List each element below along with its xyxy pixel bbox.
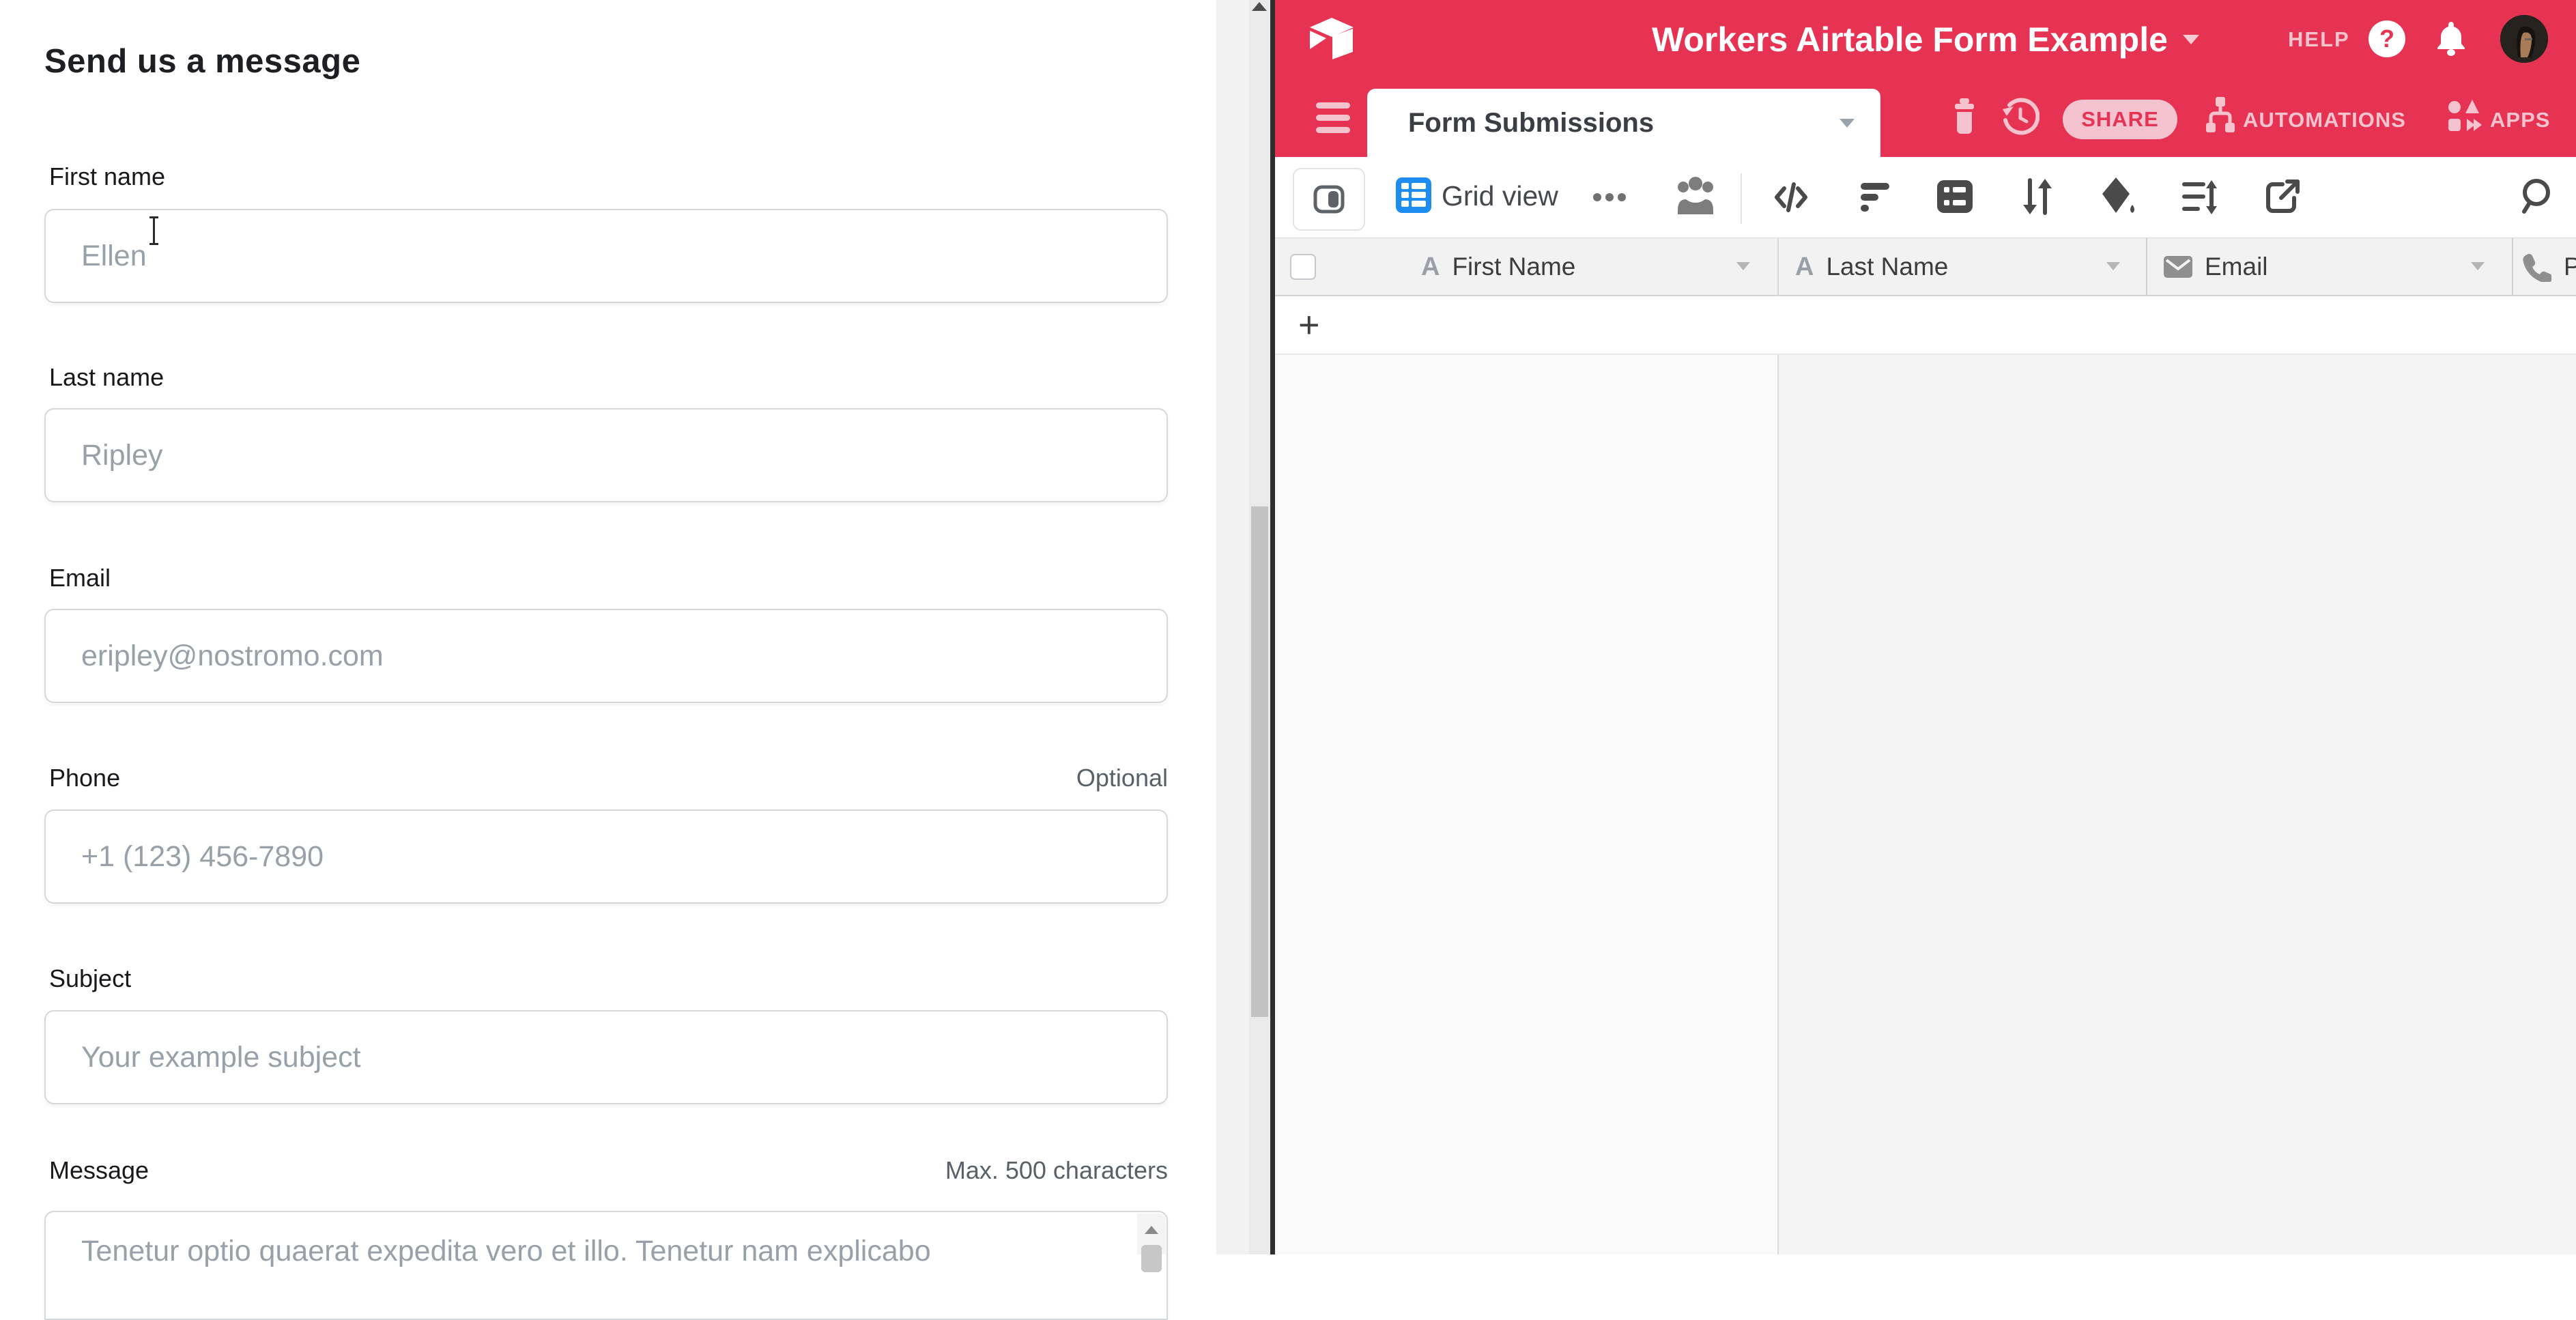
message-label: Message	[49, 1156, 149, 1185]
form-title: Send us a message	[44, 42, 360, 81]
tab-label: Form Submissions	[1408, 108, 1654, 139]
trash-icon[interactable]	[1948, 97, 1981, 141]
column-header-last-name[interactable]: A Last Name	[1795, 238, 1948, 296]
last-name-label: Last name	[49, 363, 164, 392]
column-divider[interactable]	[2146, 238, 2147, 296]
form-scrollbar-thumb[interactable]	[1251, 506, 1268, 1017]
base-title[interactable]: Workers Airtable Form Example	[1652, 20, 2168, 59]
add-row-plus-icon[interactable]: +	[1298, 306, 1320, 343]
column-caret-icon[interactable]	[1736, 262, 1750, 270]
text-field-type-icon: A	[1795, 253, 1814, 282]
first-name-label: First name	[49, 162, 165, 191]
history-icon[interactable]	[2000, 97, 2040, 141]
collaborators-icon[interactable]	[1674, 175, 1717, 223]
automations-button[interactable]: AUTOMATIONS	[2243, 108, 2406, 132]
text-field-type-icon: A	[1421, 253, 1440, 282]
apps-button[interactable]: APPS	[2490, 108, 2550, 132]
help-circle-icon[interactable]: ?	[2369, 20, 2405, 57]
column-header-phone[interactable]: Phone	[2521, 238, 2576, 296]
share-button[interactable]: SHARE	[2063, 100, 2177, 139]
grid-view-label[interactable]: Grid view	[1442, 180, 1558, 212]
apps-icon[interactable]	[2446, 98, 2483, 141]
phone-field-type-icon	[2521, 252, 2551, 282]
base-title-caret-icon	[2183, 35, 2199, 44]
search-icon[interactable]	[2516, 176, 2554, 219]
window-divider	[1270, 0, 1275, 1254]
subject-input[interactable]	[44, 1010, 1168, 1104]
automations-icon[interactable]	[2203, 96, 2237, 143]
view-sidebar-toggle-button[interactable]	[1293, 168, 1365, 231]
first-name-input[interactable]	[44, 209, 1168, 303]
subject-label: Subject	[49, 964, 131, 993]
text-cursor-icon	[149, 216, 158, 246]
grid-view-icon[interactable]	[1396, 177, 1431, 216]
tab-caret-icon	[1840, 119, 1855, 128]
last-name-input[interactable]	[44, 408, 1168, 502]
column-divider[interactable]	[2512, 238, 2513, 296]
filter-icon[interactable]	[1857, 179, 1893, 219]
message-scrollbar-thumb[interactable]	[1141, 1245, 1162, 1272]
column-header-email[interactable]: Email	[2164, 238, 2268, 296]
grid-body-left	[1275, 355, 1777, 1254]
message-scrollbar-up-icon[interactable]	[1145, 1226, 1158, 1234]
column-caret-icon[interactable]	[2106, 262, 2120, 270]
share-view-icon[interactable]	[2265, 177, 2302, 219]
row-height-icon[interactable]	[2180, 179, 2218, 219]
email-label: Email	[49, 564, 111, 592]
email-input[interactable]	[44, 609, 1168, 703]
add-row[interactable]: +	[1275, 296, 2576, 355]
group-icon[interactable]	[1937, 180, 1973, 216]
column-header-first-name[interactable]: A First Name	[1421, 238, 1575, 296]
phone-label: Phone	[49, 764, 120, 792]
phone-optional-note: Optional	[1076, 764, 1168, 792]
notifications-bell-icon[interactable]	[2434, 19, 2468, 61]
select-all-checkbox[interactable]	[1290, 254, 1316, 280]
message-textarea[interactable]	[44, 1211, 1168, 1320]
color-icon[interactable]	[2100, 176, 2138, 222]
page-gutter	[1216, 0, 1249, 1254]
tab-form-submissions[interactable]: Form Submissions	[1367, 89, 1880, 157]
grid-body-right	[1779, 355, 2576, 1254]
phone-input[interactable]	[44, 809, 1168, 904]
help-button[interactable]: HELP	[2288, 27, 2350, 52]
toolbar-divider	[1741, 173, 1742, 224]
form-scrollbar-up-icon[interactable]	[1252, 2, 1267, 11]
email-field-type-icon	[2164, 256, 2192, 278]
user-avatar[interactable]	[2500, 15, 2548, 63]
sort-icon[interactable]	[2019, 176, 2053, 220]
column-divider	[1777, 355, 1779, 1254]
message-charlimit-note: Max. 500 characters	[945, 1156, 1168, 1185]
column-caret-icon[interactable]	[2471, 262, 2485, 270]
view-options-ellipsis-icon[interactable]	[1590, 190, 1634, 208]
contact-form-pane: Send us a message First name Last name E…	[0, 0, 1216, 1254]
menu-hamburger-icon[interactable]	[1316, 102, 1350, 133]
hide-fields-icon[interactable]	[1773, 179, 1809, 219]
